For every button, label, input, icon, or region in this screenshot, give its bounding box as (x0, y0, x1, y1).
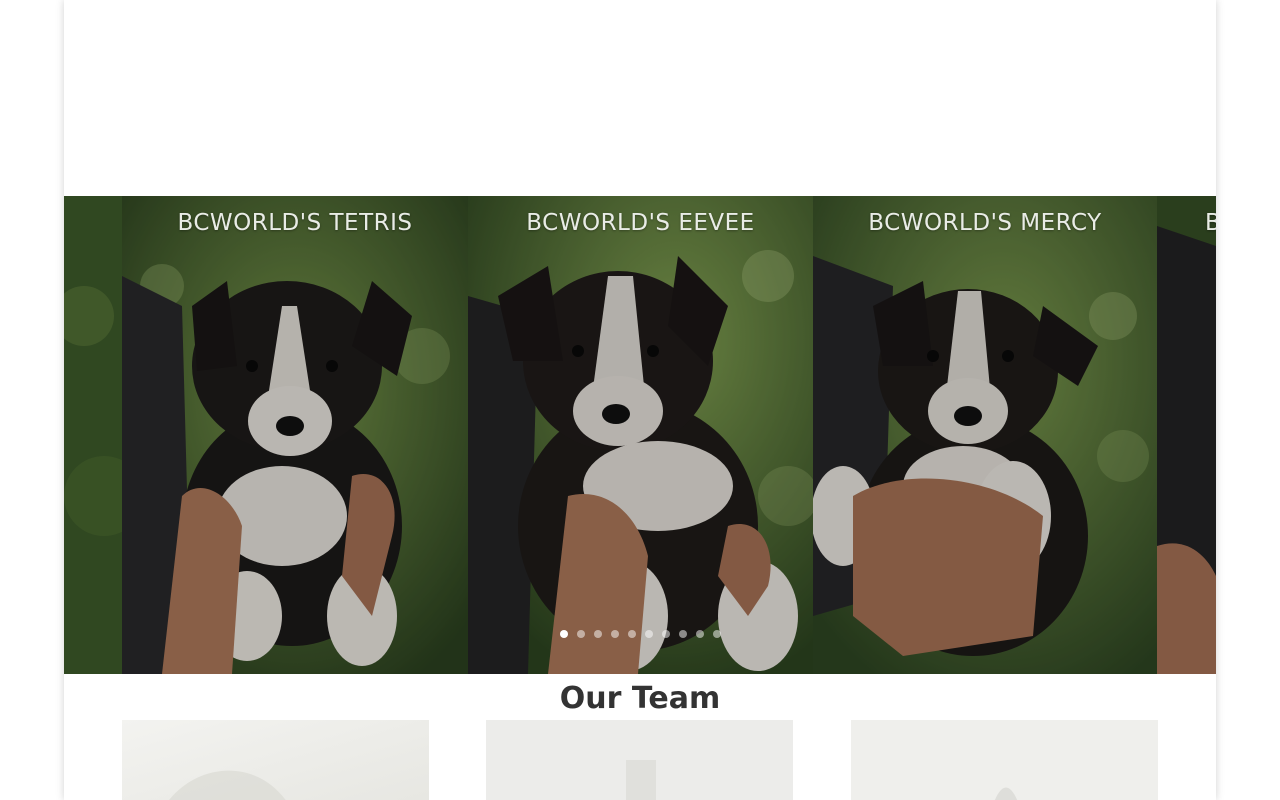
team-photo-1 (122, 720, 429, 800)
slide-tetris[interactable]: BCWORLD'S TETRIS (122, 196, 468, 674)
puppy-photo-eevee (468, 196, 813, 674)
team-photo-3 (851, 720, 1158, 800)
slide-eevee[interactable]: BCWORLD'S EEVEE (468, 196, 813, 674)
slide-title: BCWORLD'S EEVEE (526, 210, 755, 236)
our-team-heading: Our Team (559, 681, 721, 716)
slide-photo (64, 196, 122, 674)
carousel-dot-1[interactable] (560, 630, 568, 638)
team-member-card-3[interactable] (851, 720, 1158, 800)
slide-title: B (1205, 210, 1216, 236)
team-photo-2 (486, 720, 793, 800)
carousel-dot-8[interactable] (679, 630, 687, 638)
carousel-dot-2[interactable] (577, 630, 585, 638)
header-area (64, 0, 1216, 196)
puppy-carousel[interactable]: BCWORLD'S TETRIS BCWORLD'S EEVEE BCWORLD… (64, 196, 1216, 674)
carousel-dot-9[interactable] (696, 630, 704, 638)
carousel-dot-3[interactable] (594, 630, 602, 638)
team-member-card-1[interactable] (122, 720, 429, 800)
carousel-pagination (560, 630, 721, 638)
carousel-dot-10[interactable] (713, 630, 721, 638)
page-container: BCWORLD'S TETRIS BCWORLD'S EEVEE BCWORLD… (64, 0, 1216, 800)
slide-title: BCWORLD'S TETRIS (177, 210, 413, 236)
carousel-dot-5[interactable] (628, 630, 636, 638)
slide-partial-left (64, 196, 122, 674)
carousel-dot-4[interactable] (611, 630, 619, 638)
carousel-dot-6[interactable] (645, 630, 653, 638)
puppy-photo-mercy (813, 196, 1157, 674)
slide-mercy[interactable]: BCWORLD'S MERCY (813, 196, 1157, 674)
slide-partial-right: B (1157, 196, 1216, 674)
team-member-card-2[interactable] (486, 720, 793, 800)
puppy-photo-tetris (122, 196, 468, 674)
slide-title: BCWORLD'S MERCY (868, 210, 1102, 236)
carousel-dot-7[interactable] (662, 630, 670, 638)
slide-photo (1157, 196, 1216, 674)
